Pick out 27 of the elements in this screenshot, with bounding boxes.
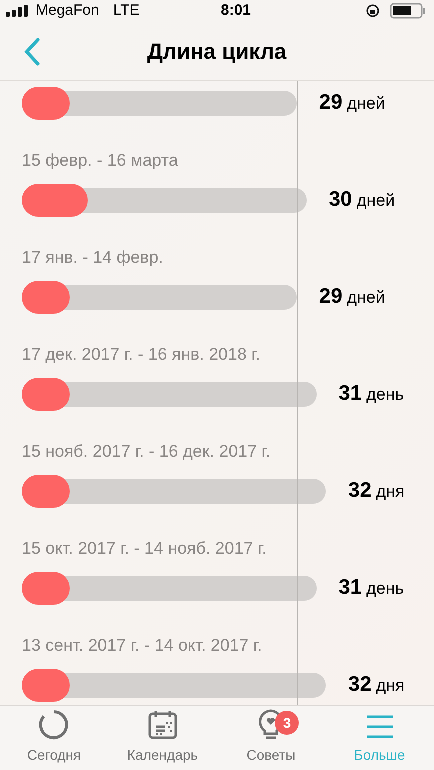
battery-icon <box>390 3 426 19</box>
tab-button[interactable]: Больше <box>326 706 434 770</box>
calendar-icon <box>146 709 179 741</box>
period-dates: 15 февр. - 16 марта <box>22 150 180 172</box>
cycle-length: 31 день <box>338 575 404 602</box>
page-title: Длина цикла <box>147 38 287 66</box>
tab-button[interactable]: Календарь <box>108 706 217 770</box>
clock: 8:01 <box>220 0 252 21</box>
cycle-length: 32 дня <box>348 478 405 504</box>
tab-button[interactable]: 3 Советы <box>217 706 326 770</box>
period-dates: 17 дек. 2017 г. - 16 янв. 2018 г. <box>22 344 262 366</box>
carrier-name: MegaFon <box>36 0 100 21</box>
cycle-length: 31 день <box>338 381 404 408</box>
cycle-length: 29 дней <box>319 90 386 116</box>
menu-icon <box>364 713 395 741</box>
period-dates: 15 нояб. 2017 г. - 16 дек. 2017 г. <box>22 441 272 463</box>
cycle-length: 29 дней <box>319 284 386 310</box>
network-type: LTE <box>113 0 140 21</box>
notification-badge: 3 <box>275 711 300 735</box>
period-dates: 13 сент. 2017 г. - 14 окт. 2017 г. <box>22 635 264 657</box>
rotation-lock-icon <box>366 4 380 18</box>
cycle-length: 32 дня <box>348 672 405 698</box>
period-dates: 17 янв. - 14 февр. <box>22 247 164 269</box>
tab-button[interactable]: Сегодня <box>0 706 108 770</box>
back-icon <box>24 38 40 66</box>
period-dates: 15 окт. 2017 г. - 14 нояб. 2017 г. <box>22 538 268 560</box>
cycle-length: 30 дней <box>329 187 396 214</box>
